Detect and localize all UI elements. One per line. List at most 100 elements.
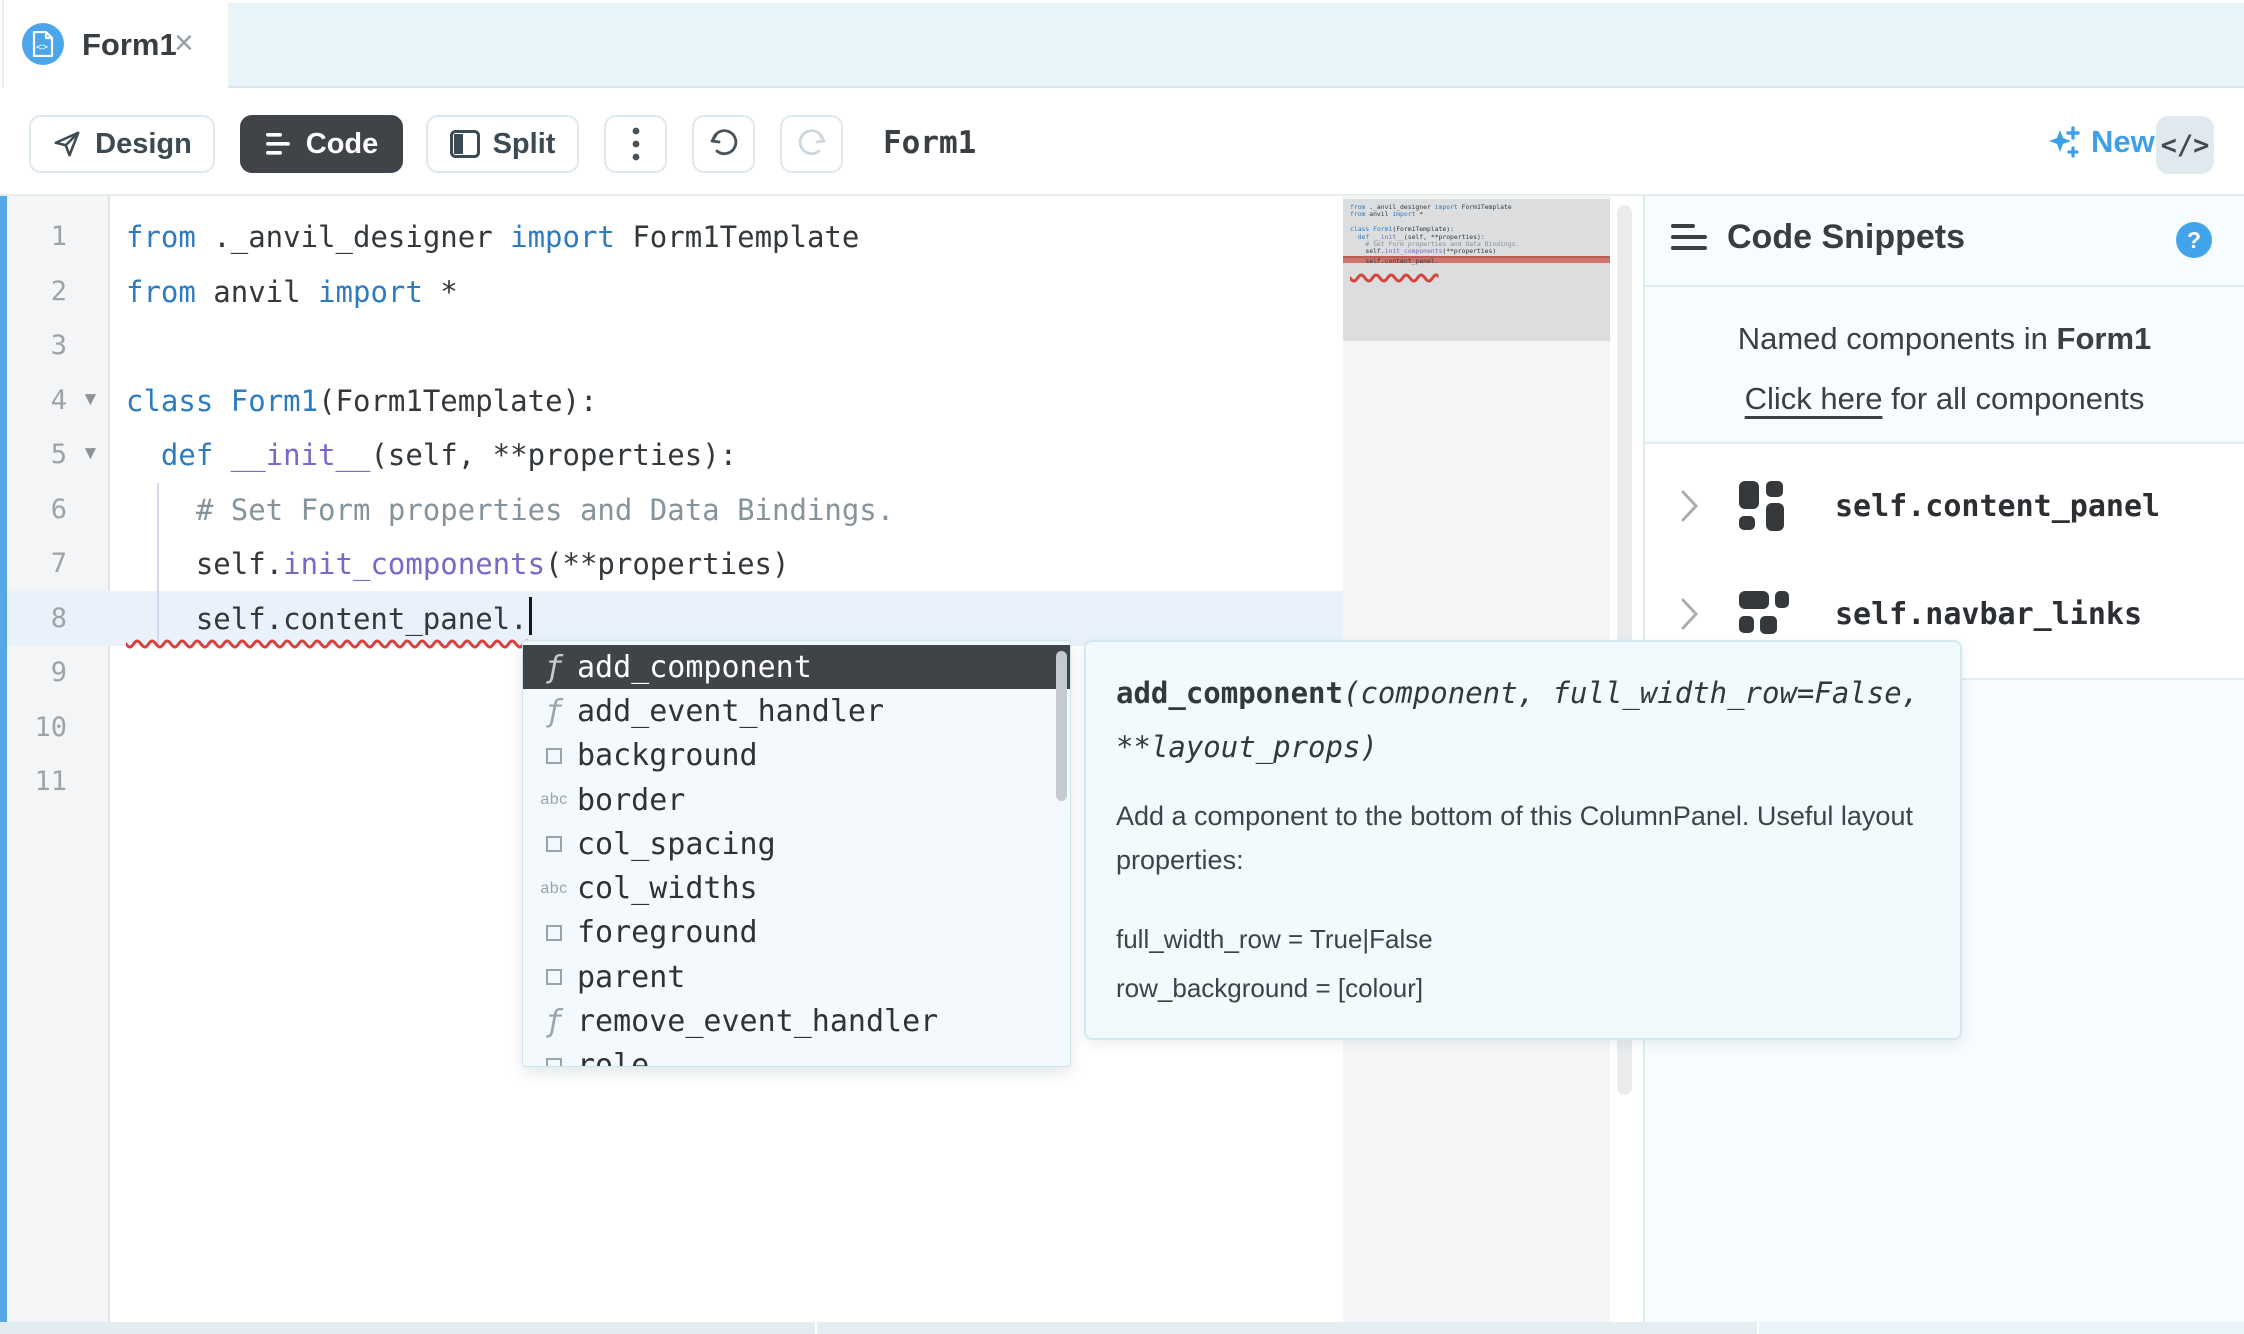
paper-plane-icon [54, 131, 80, 157]
code-token: anvil [1365, 210, 1393, 219]
completion-item[interactable]: ƒ remove_event_handler [523, 999, 1070, 1043]
autocomplete-dropdown: ƒ add_component ƒ add_event_handler backgrou… [522, 640, 1071, 1067]
code-token: Form1Template [1457, 203, 1512, 211]
minimap-line [1350, 271, 1610, 278]
code-token: init_components [1384, 247, 1443, 256]
code-token: import [510, 220, 615, 254]
code-token: from [126, 274, 196, 309]
code-token: Form1Template [614, 220, 860, 254]
tab-label: Form1 [82, 27, 177, 62]
string-icon: abc [540, 791, 568, 809]
completion-item[interactable]: abc border [523, 778, 1070, 822]
line-number: 6 [50, 493, 67, 525]
snippets-title: Code Snippets [1727, 218, 1966, 256]
gutter-row: 5 ▼ [7, 428, 108, 483]
more-options-button[interactable] [604, 115, 667, 173]
autocomplete-scrollbar[interactable] [1056, 651, 1067, 801]
toolbar: Design Code Split Form1 New </> [0, 88, 2244, 196]
code-button[interactable]: Code [240, 115, 403, 173]
snippets-header: Code Snippets ? [1645, 196, 2244, 287]
code-line[interactable]: class Form1(Form1Template): [126, 374, 894, 429]
split-button[interactable]: Split [426, 115, 579, 173]
fold-arrow-icon[interactable]: ▼ [81, 373, 100, 428]
component-row[interactable]: self.content_panel [1645, 452, 2244, 560]
code-brackets-icon: </> [2160, 129, 2210, 161]
editor-left-accent [0, 196, 7, 1322]
gutter-row: 6 [7, 483, 108, 538]
property-icon [531, 836, 577, 853]
code-token: import [1434, 203, 1458, 211]
bottom-bar-segment [1757, 1322, 2244, 1334]
method-description: Add a component to the bottom of this Co… [1116, 801, 1913, 875]
completion-item[interactable]: col_spacing [523, 822, 1070, 866]
code-line[interactable]: from anvil import * [126, 265, 894, 320]
gutter-row: 9 [7, 646, 108, 701]
redo-icon [798, 129, 825, 156]
flow-panel-icon [1739, 589, 1789, 639]
line-number: 1 [50, 221, 67, 252]
new-button[interactable]: New [2046, 124, 2155, 160]
code-token: class [126, 383, 214, 418]
completion-label: add_event_handler [577, 693, 885, 729]
all-components-link[interactable]: Click here [1745, 381, 1883, 416]
form-title: Form1 [883, 125, 977, 161]
completion-item[interactable]: foreground [523, 911, 1070, 955]
form-file-icon: <> [22, 23, 64, 65]
named-components-line: Named components in Form1 [1737, 321, 2152, 356]
design-button[interactable]: Design [29, 115, 215, 173]
completion-label: role [577, 1048, 650, 1067]
gutter-row: 8 [7, 592, 108, 647]
tab-close-icon[interactable]: × [174, 24, 194, 63]
minimap-line [1350, 278, 1610, 285]
view-source-button[interactable]: </> [2156, 116, 2214, 174]
code-token: import [1392, 210, 1416, 219]
chevron-right-icon[interactable] [1677, 488, 1701, 524]
code-line[interactable]: from ._anvil_designer import Form1Templa… [126, 210, 894, 265]
code-line[interactable]: self.init_components(**properties) [126, 537, 894, 592]
code-line[interactable]: self.content_panel. [126, 592, 894, 647]
code-token: self. [126, 547, 284, 581]
minimap-line: self.init_components(**properties) [1350, 248, 1610, 255]
fold-arrow-icon[interactable]: ▼ [81, 427, 100, 482]
code-token: self.content_panel. [1350, 256, 1439, 265]
undo-button[interactable] [692, 115, 755, 173]
line-number: 11 [34, 766, 67, 797]
completion-label: col_widths [577, 871, 758, 907]
code-token: Form1 [230, 383, 319, 418]
code-token: anvil [195, 274, 319, 309]
completion-item[interactable]: ƒ add_event_handler [523, 689, 1070, 733]
tab-form1[interactable]: <> Form1 × [2, 0, 228, 88]
function-icon: ƒ [544, 693, 564, 729]
code-line[interactable]: def __init__(self, **properties): [126, 428, 894, 483]
chevron-right-icon[interactable] [1677, 596, 1701, 632]
code-token: # Set Form properties and Data Bindings. [126, 492, 895, 527]
new-label: New [2091, 124, 2155, 159]
completion-item[interactable]: parent [523, 955, 1070, 999]
bottom-bar [0, 1322, 2244, 1334]
code-token: * [1415, 210, 1424, 219]
tab-strip [228, 3, 2244, 88]
gutter-row: 11 [7, 755, 108, 810]
code-token: ._anvil_designer [195, 220, 511, 254]
redo-button[interactable] [780, 115, 843, 173]
layout-prop-line: row_background = [colour] [1116, 973, 1424, 1003]
code-line[interactable] [126, 319, 894, 374]
function-icon: ƒ [544, 649, 564, 685]
code-token: (**properties) [1442, 247, 1497, 256]
completion-label: remove_event_handler [577, 1004, 939, 1040]
completion-label: background [577, 738, 758, 774]
completion-item[interactable]: abc col_widths [523, 866, 1070, 910]
doc-tooltip: add_component(component, full_width_row=… [1084, 640, 1962, 1040]
method-signature: add_component(component, full_width_row=… [1116, 666, 1930, 774]
help-badge[interactable]: ? [2176, 222, 2212, 258]
completion-item[interactable]: role [523, 1044, 1070, 1067]
sparkles-icon [2049, 126, 2080, 158]
code-line[interactable]: # Set Form properties and Data Bindings. [126, 483, 894, 538]
gutter: 1 2 3 4 ▼ 5 ▼ 6 7 8 9 10 11 [7, 196, 110, 1322]
text-cursor [528, 596, 532, 635]
completion-item[interactable]: background [523, 734, 1070, 778]
anvil-editor-window: <> Form1 × Design Code Split Form1 New <… [0, 0, 2244, 1334]
property-icon [531, 1057, 577, 1066]
completion-item[interactable]: ƒ add_component [523, 645, 1070, 690]
